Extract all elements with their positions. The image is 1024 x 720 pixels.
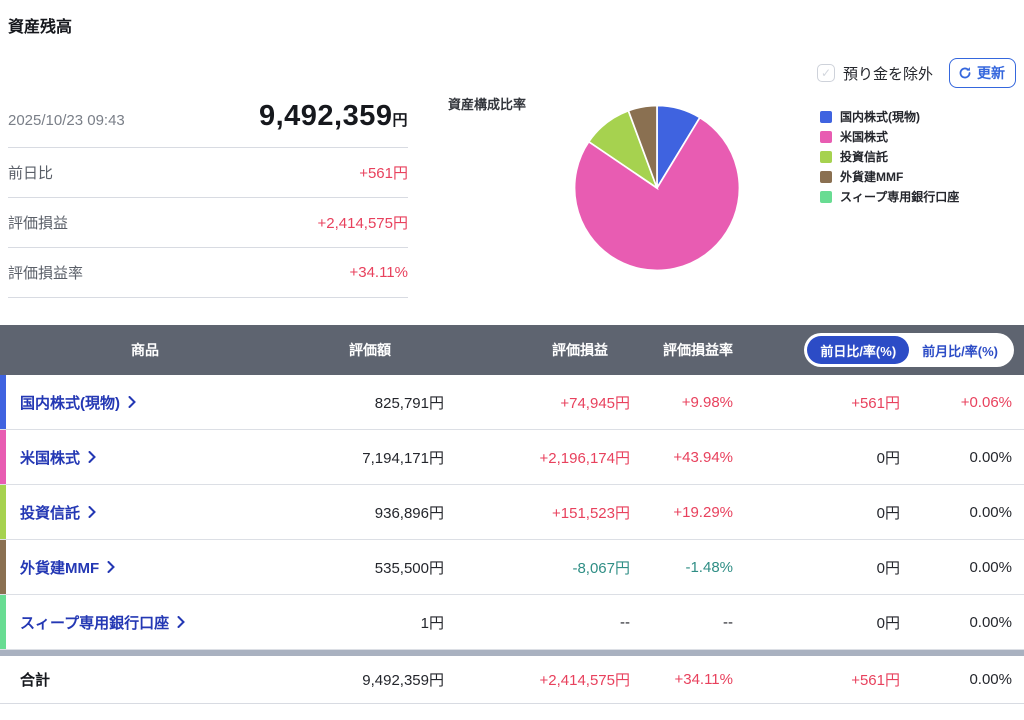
- cell-value: 1円: [420, 614, 444, 632]
- cell-day-change: 0円: [876, 614, 900, 632]
- cell-day-rate: 0.00%: [969, 448, 1012, 466]
- chevron-right-icon: [88, 451, 96, 463]
- asset-balance-page: 資産残高 ✓ 預り金を除外 更新 2025/10/23 09:43 9,492,…: [0, 0, 1024, 720]
- product-link[interactable]: 米国株式: [20, 447, 96, 468]
- summary-row-day-change: 前日比 +561円: [8, 148, 408, 198]
- product-link[interactable]: 投資信託: [20, 502, 96, 523]
- col-header-pl-rate: 評価損益率: [663, 342, 733, 358]
- cell-pl-rate: --: [723, 613, 733, 631]
- product-link[interactable]: スィープ専用銀行口座: [20, 612, 186, 633]
- summary-row-pl-rate: 評価損益率 +34.11%: [8, 248, 408, 298]
- table-total-row: 合計 9,492,359円 +2,414,575円 +34.11% +561円 …: [0, 656, 1024, 704]
- total-pl-rate: +34.11%: [674, 671, 733, 688]
- col-header-product: 商品: [131, 342, 159, 358]
- period-toggle: 前日比/率(%) 前月比/率(%): [804, 333, 1014, 367]
- cell-pl: +151,523円: [552, 504, 630, 522]
- cell-pl-rate: +9.98%: [681, 393, 733, 411]
- chevron-right-icon: [107, 561, 116, 573]
- refresh-button[interactable]: 更新: [949, 58, 1016, 88]
- cell-day-change: 0円: [876, 559, 900, 577]
- legend-swatch: [820, 150, 832, 163]
- cell-day-rate: 0.00%: [969, 503, 1012, 521]
- toggle-daily[interactable]: 前日比/率(%): [807, 336, 910, 364]
- cell-value: 7,194,171円: [362, 449, 444, 467]
- cell-pl-rate: +43.94%: [673, 448, 733, 466]
- cell-day-change: 0円: [876, 504, 900, 522]
- asset-table: 商品 評価額 評価損益 評価損益率 前日比/率(%) 前月比/率(%) 国内株式…: [0, 325, 1024, 704]
- toggle-monthly[interactable]: 前月比/率(%): [909, 336, 1011, 364]
- pie-legend: 国内株式(現物) 米国株式 投資信託 外貨建MMF スィープ専用銀行口座: [820, 108, 959, 205]
- summary-row-pl: 評価損益 +2,414,575円: [8, 198, 408, 248]
- table-row: 外貨建MMF 535,500円 -8,067円 -1.48% 0円 0.00%: [0, 540, 1024, 595]
- table-row: 国内株式(現物) 825,791円 +74,945円 +9.98% +561円 …: [0, 375, 1024, 430]
- cell-pl-rate: +19.29%: [673, 503, 733, 521]
- top-controls: ✓ 預り金を除外 更新: [816, 58, 1016, 88]
- total-asset-amount: 9,492,359円: [258, 100, 408, 132]
- cell-pl: -8,067円: [572, 559, 630, 577]
- cell-pl: +74,945円: [560, 394, 630, 412]
- cell-day-rate: 0.00%: [969, 558, 1012, 576]
- cell-value: 936,896円: [374, 504, 444, 522]
- legend-item: 外貨建MMF: [820, 168, 959, 185]
- legend-item: 国内株式(現物): [820, 108, 959, 125]
- col-header-value: 評価額: [349, 342, 391, 358]
- cell-pl: --: [620, 613, 630, 631]
- legend-item: 米国株式: [820, 128, 959, 145]
- refresh-icon: [958, 66, 972, 80]
- cell-day-rate: 0.00%: [969, 613, 1012, 631]
- exclude-deposits-checkbox[interactable]: ✓ 預り金を除外: [816, 63, 933, 84]
- cell-day-change: +561円: [851, 394, 900, 412]
- table-header: 商品 評価額 評価損益 評価損益率 前日比/率(%) 前月比/率(%): [0, 325, 1024, 375]
- total-day-change: +561円: [851, 672, 900, 689]
- refresh-label: 更新: [977, 65, 1005, 81]
- legend-swatch: [820, 190, 832, 203]
- product-link[interactable]: 外貨建MMF: [20, 557, 116, 578]
- cell-value: 535,500円: [374, 559, 444, 577]
- as-of-datetime: 2025/10/23 09:43: [8, 112, 125, 129]
- chevron-right-icon: [88, 506, 96, 518]
- legend-swatch: [820, 130, 832, 143]
- cell-pl: +2,196,174円: [539, 449, 631, 467]
- col-header-pl: 評価損益: [552, 342, 608, 358]
- cell-day-rate: +0.06%: [960, 393, 1012, 411]
- chevron-right-icon: [177, 616, 186, 628]
- total-value: 9,492,359円: [362, 672, 444, 689]
- cell-day-change: 0円: [876, 449, 900, 467]
- product-link[interactable]: 国内株式(現物): [20, 392, 136, 413]
- total-pl: +2,414,575円: [539, 672, 631, 689]
- legend-item: スィープ専用銀行口座: [820, 188, 959, 205]
- pie-chart-title: 資産構成比率: [448, 97, 527, 112]
- table-row: 米国株式 7,194,171円 +2,196,174円 +43.94% 0円 0…: [0, 430, 1024, 485]
- legend-swatch: [820, 170, 832, 183]
- table-row: 投資信託 936,896円 +151,523円 +19.29% 0円 0.00%: [0, 485, 1024, 540]
- pie-chart: [572, 103, 742, 273]
- checkbox-icon[interactable]: ✓: [816, 64, 835, 82]
- table-row: スィープ専用銀行口座 1円 -- -- 0円 0.00%: [0, 595, 1024, 650]
- cell-pl-rate: -1.48%: [685, 558, 733, 576]
- summary-total-row: 2025/10/23 09:43 9,492,359円: [8, 100, 408, 148]
- total-label: 合計: [20, 672, 51, 689]
- exclude-deposits-label: 預り金を除外: [842, 65, 933, 83]
- legend-item: 投資信託: [820, 148, 959, 165]
- summary-panel: 2025/10/23 09:43 9,492,359円 前日比 +561円 評価…: [8, 100, 408, 298]
- chevron-right-icon: [128, 396, 136, 408]
- legend-swatch: [820, 110, 832, 123]
- page-title: 資産残高: [8, 19, 73, 36]
- currency-suffix: 円: [392, 112, 408, 129]
- total-day-rate: 0.00%: [969, 671, 1012, 688]
- cell-value: 825,791円: [374, 394, 444, 412]
